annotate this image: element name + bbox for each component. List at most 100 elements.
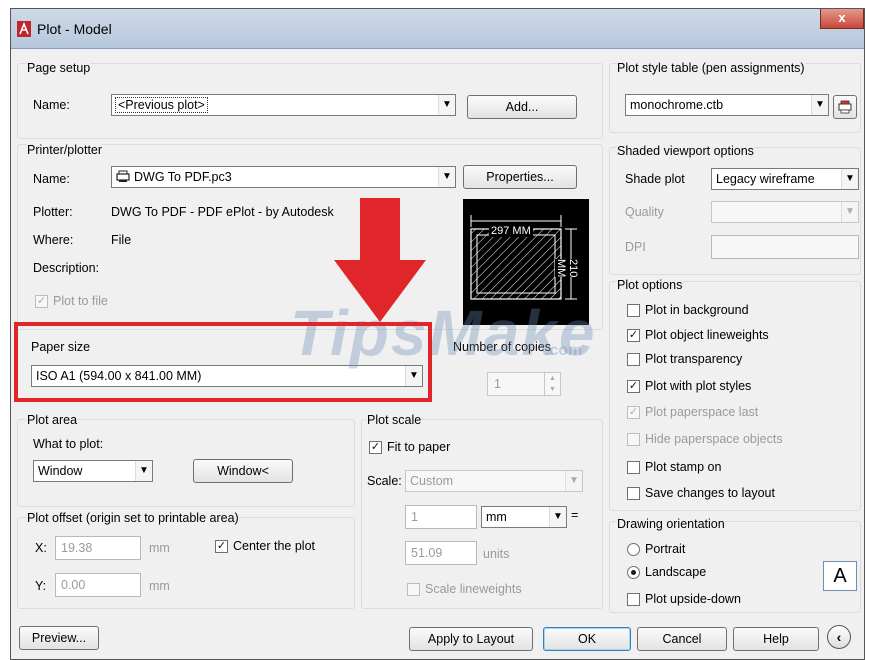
offset-x-label: X: — [35, 541, 47, 555]
description-label: Description: — [33, 261, 99, 275]
scale-unit-value: mm — [486, 510, 507, 524]
page-setup-name-label: Name: — [33, 98, 70, 112]
plot-object-lineweights-label: Plot object lineweights — [645, 328, 769, 342]
dpi-label: DPI — [625, 240, 646, 254]
chevron-down-icon: ▼ — [841, 169, 858, 189]
quality-select[interactable]: ▼ — [711, 201, 859, 223]
close-button[interactable]: x — [820, 9, 864, 29]
where-value: File — [111, 233, 132, 247]
hide-paperspace-objects-checkbox[interactable] — [627, 433, 640, 446]
plotter-value: DWG To PDF - PDF ePlot - by Autodesk — [111, 205, 334, 219]
offset-y-input[interactable]: 0.00 — [55, 573, 141, 597]
scale-value: Custom — [410, 474, 454, 488]
plot-transparency-checkbox[interactable] — [627, 353, 640, 366]
chevron-down-icon: ▼ — [438, 167, 455, 187]
portrait-radio[interactable] — [627, 543, 640, 556]
plot-options-label: Plot options — [617, 278, 683, 292]
shade-plot-select[interactable]: Legacy wireframe ▼ — [711, 168, 859, 190]
plotter-label: Plotter: — [33, 205, 73, 219]
fit-to-paper-label: Fit to paper — [387, 440, 451, 454]
save-changes-checkbox[interactable] — [627, 487, 640, 500]
add-page-setup-button[interactable]: Add... — [467, 95, 577, 119]
cancel-button[interactable]: Cancel — [637, 627, 727, 651]
center-plot-checkbox[interactable]: ✓ — [215, 540, 228, 553]
chevron-down-icon: ▼ — [811, 95, 828, 115]
scale-units-label: units — [483, 547, 510, 561]
plot-in-background-checkbox[interactable] — [627, 304, 640, 317]
preview-height-label: 210 MM — [555, 259, 579, 278]
plot-offset-label: Plot offset (origin set to printable are… — [27, 511, 239, 525]
chevron-down-icon: ▼ — [565, 471, 582, 491]
offset-y-unit: mm — [149, 579, 170, 593]
fit-to-paper-checkbox[interactable]: ✓ — [369, 441, 382, 454]
shade-plot-value: Legacy wireframe — [716, 172, 815, 186]
watermark-suffix: .com — [545, 342, 583, 359]
offset-x-input[interactable]: 19.38 — [55, 536, 141, 560]
help-button[interactable]: Help — [733, 627, 819, 651]
save-changes-label: Save changes to layout — [645, 486, 775, 500]
plot-to-file-label: Plot to file — [53, 294, 108, 308]
chevron-down-icon: ▼ — [549, 507, 566, 527]
apply-to-layout-button[interactable]: Apply to Layout — [409, 627, 533, 651]
ok-button[interactable]: OK — [543, 627, 631, 651]
preview-width-label: 297 MM — [489, 225, 533, 237]
scale-equals: = — [571, 508, 579, 522]
hide-paperspace-objects-label: Hide paperspace objects — [645, 432, 783, 446]
copies-spinner[interactable]: 1 ▲ ▼ — [487, 372, 561, 396]
page-setup-name-select[interactable]: <Previous plot> ▼ — [111, 94, 456, 116]
center-plot-label: Center the plot — [233, 539, 315, 553]
red-arrow-icon — [334, 198, 426, 322]
landscape-radio[interactable] — [627, 566, 640, 579]
scale-lineweights-checkbox[interactable] — [407, 583, 420, 596]
offset-y-label: Y: — [35, 579, 47, 593]
printer-name-select[interactable]: DWG To PDF.pc3 ▼ — [111, 166, 456, 188]
scale-paper-input[interactable]: 1 — [405, 505, 477, 529]
scale-label: Scale: — [367, 474, 402, 488]
plot-stamp-on-checkbox[interactable] — [627, 461, 640, 474]
plot-with-plot-styles-checkbox[interactable]: ✓ — [627, 380, 640, 393]
quality-label: Quality — [625, 205, 664, 219]
page-setup-label: Page setup — [27, 61, 91, 75]
offset-x-unit: mm — [149, 541, 170, 555]
edit-plot-style-button[interactable] — [833, 95, 857, 119]
scale-lineweights-label: Scale lineweights — [425, 582, 522, 596]
plot-object-lineweights-checkbox[interactable]: ✓ — [627, 329, 640, 342]
preview-button[interactable]: Preview... — [19, 626, 99, 650]
scale-units-input[interactable]: 51.09 — [405, 541, 477, 565]
what-to-plot-label: What to plot: — [33, 437, 104, 451]
what-to-plot-value: Window — [38, 464, 83, 478]
landscape-label: Landscape — [645, 565, 707, 579]
copies-value: 1 — [494, 377, 501, 391]
where-label: Where: — [33, 233, 74, 247]
plot-upside-down-checkbox[interactable] — [627, 593, 640, 606]
portrait-label: Portrait — [645, 542, 686, 556]
chevron-down-icon: ▼ — [135, 461, 152, 481]
plot-paperspace-last-checkbox[interactable]: ✓ — [627, 406, 640, 419]
what-to-plot-select[interactable]: Window ▼ — [33, 460, 153, 482]
printer-name-label: Name: — [33, 172, 70, 186]
title-bar[interactable]: Plot - Model x — [11, 9, 864, 49]
scale-select[interactable]: Custom ▼ — [405, 470, 583, 492]
plot-to-file-checkbox[interactable]: ✓ — [35, 295, 48, 308]
paper-size-highlight — [14, 322, 432, 402]
plot-upside-down-label: Plot upside-down — [645, 592, 741, 606]
chevron-down-icon: ▼ — [841, 202, 858, 222]
window-pick-button[interactable]: Window< — [193, 459, 293, 483]
expand-options-icon[interactable]: ‹ — [827, 625, 851, 649]
plot-style-select[interactable]: monochrome.ctb ▼ — [625, 94, 829, 116]
chevron-down-icon: ▼ — [438, 95, 455, 115]
page-setup-name-value: <Previous plot> — [115, 97, 208, 113]
autocad-logo-icon — [17, 21, 31, 37]
dpi-input[interactable] — [711, 235, 859, 259]
plot-in-background-label: Plot in background — [645, 303, 749, 317]
properties-button[interactable]: Properties... — [463, 165, 577, 189]
plot-area-label: Plot area — [27, 413, 78, 427]
window-title: Plot - Model — [37, 21, 112, 37]
plot-style-value: monochrome.ctb — [630, 98, 724, 112]
shaded-viewport-label: Shaded viewport options — [617, 144, 754, 158]
shade-plot-label: Shade plot — [625, 172, 685, 186]
spinner-arrows-icon[interactable]: ▲ ▼ — [544, 373, 560, 395]
scale-unit-select[interactable]: mm ▼ — [481, 506, 567, 528]
plotter-icon — [116, 170, 130, 182]
drawing-orientation-label: Drawing orientation — [617, 517, 725, 531]
